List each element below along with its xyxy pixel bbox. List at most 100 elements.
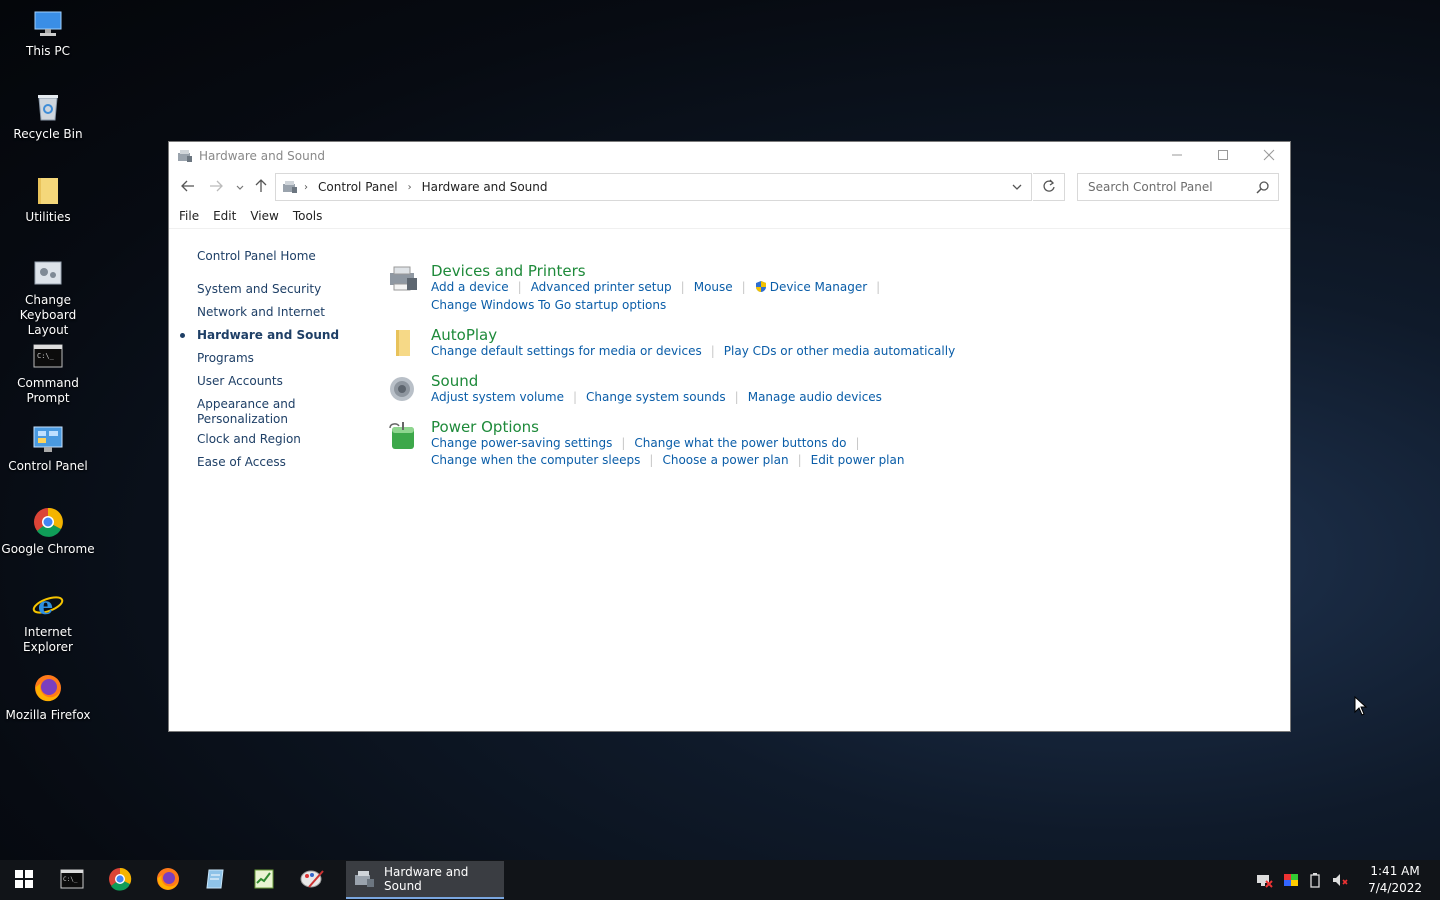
- breadcrumb-control-panel[interactable]: Control Panel: [318, 180, 398, 194]
- link-row: Change Windows To Go startup options: [431, 298, 666, 312]
- link-separator: |: [734, 390, 739, 404]
- nav-ease-of-access[interactable]: Ease of Access: [197, 455, 286, 470]
- desktop-icon-label: Internet Explorer: [23, 625, 73, 654]
- menu-view[interactable]: View: [250, 209, 278, 223]
- category-title-autoplay[interactable]: AutoPlay: [431, 326, 497, 344]
- link-separator: |: [649, 453, 654, 467]
- taskbar-notepad[interactable]: [192, 860, 240, 900]
- link-separator: |: [797, 453, 802, 467]
- link-mouse[interactable]: Mouse: [694, 280, 733, 294]
- clock[interactable]: 1:41 AM 7/4/2022: [1368, 863, 1422, 897]
- control-panel-icon: [31, 423, 65, 455]
- address-bar[interactable]: › Control Panel › Hardware and Sound: [275, 173, 1032, 201]
- link-play-cds-automatically[interactable]: Play CDs or other media automatically: [724, 344, 955, 358]
- desktop-icon-mozilla-firefox[interactable]: Mozilla Firefox: [0, 672, 96, 723]
- firefox-icon: [156, 867, 180, 894]
- link-edit-power-plan[interactable]: Edit power plan: [811, 453, 905, 467]
- taskbar-firefox[interactable]: [144, 860, 192, 900]
- control-panel-window: Hardware and Sound › Control Panel › Har…: [168, 141, 1291, 732]
- power-options-icon: [387, 420, 419, 452]
- taskbar-task-manager[interactable]: [240, 860, 288, 900]
- back-button[interactable]: [179, 179, 197, 197]
- nav-hardware-and-sound[interactable]: Hardware and Sound: [197, 328, 339, 343]
- desktop-icon-internet-explorer[interactable]: e Internet Explorer: [0, 589, 96, 655]
- desktop-icon-command-prompt[interactable]: C:\_ Command Prompt: [0, 340, 96, 406]
- desktop-icon-utilities[interactable]: Utilities: [0, 174, 96, 225]
- nav-control-panel-home[interactable]: Control Panel Home: [197, 249, 316, 264]
- link-change-what-the-power-buttons-do[interactable]: Change what the power buttons do: [634, 436, 846, 450]
- svg-text:C:\_: C:\_: [63, 876, 78, 883]
- up-button[interactable]: [252, 179, 270, 197]
- nav-user-accounts[interactable]: User Accounts: [197, 374, 283, 389]
- close-button[interactable]: [1246, 142, 1292, 170]
- desktop-icon-google-chrome[interactable]: Google Chrome: [0, 506, 96, 557]
- category-title-sound[interactable]: Sound: [431, 372, 478, 390]
- address-row: › Control Panel › Hardware and Sound: [169, 170, 1290, 204]
- search-icon[interactable]: [1256, 180, 1269, 194]
- link-row: Add a device | Advanced printer setup | Mous…: [431, 280, 889, 296]
- control-panel-location-icon: [282, 180, 298, 194]
- recent-locations-button[interactable]: [231, 179, 249, 197]
- search-input[interactable]: [1086, 179, 1250, 195]
- nav-clock-and-region[interactable]: Clock and Region: [197, 432, 301, 447]
- color-display-icon[interactable]: [1283, 873, 1299, 887]
- menu-edit[interactable]: Edit: [213, 209, 236, 223]
- nav-programs[interactable]: Programs: [197, 351, 254, 366]
- link-change-power-saving-settings[interactable]: Change power-saving settings: [431, 436, 612, 450]
- taskbar-active-window[interactable]: Hardware and Sound: [346, 861, 504, 899]
- link-add-a-device[interactable]: Add a device: [431, 280, 509, 294]
- breadcrumb-hardware-and-sound[interactable]: Hardware and Sound: [422, 180, 548, 194]
- battery-icon[interactable]: [1309, 872, 1321, 888]
- svg-text:C:\_: C:\_: [37, 352, 55, 360]
- link-device-manager[interactable]: Device Manager: [770, 280, 867, 294]
- desktop-icon-recycle-bin[interactable]: Recycle Bin: [0, 91, 96, 142]
- taskbar-command-prompt[interactable]: C:\_: [48, 860, 96, 900]
- nav-network-and-internet[interactable]: Network and Internet: [197, 305, 325, 320]
- chrome-icon: [31, 506, 65, 538]
- link-choose-a-power-plan[interactable]: Choose a power plan: [662, 453, 788, 467]
- category-title-devices-and-printers[interactable]: Devices and Printers: [431, 262, 586, 280]
- windows-logo-icon: [14, 869, 34, 892]
- volume-muted-icon[interactable]: [1331, 872, 1349, 888]
- category-title-power-options[interactable]: Power Options: [431, 418, 539, 436]
- refresh-button[interactable]: [1033, 173, 1065, 201]
- link-row: Change power-saving settings | Change what…: [431, 436, 869, 450]
- minimize-icon: [1171, 149, 1183, 164]
- nav-appearance-and-personalization[interactable]: Appearance and Personalization: [197, 397, 297, 427]
- search-box[interactable]: [1077, 173, 1279, 201]
- link-adjust-system-volume[interactable]: Adjust system volume: [431, 390, 564, 404]
- link-separator: |: [572, 390, 578, 404]
- link-separator: |: [741, 280, 746, 294]
- taskbar-google-chrome[interactable]: [96, 860, 144, 900]
- network-disconnected-icon[interactable]: [1255, 872, 1273, 888]
- svg-text:e: e: [38, 591, 53, 620]
- link-change-system-sounds[interactable]: Change system sounds: [586, 390, 726, 404]
- chevron-down-icon: [235, 180, 245, 196]
- nav-system-and-security[interactable]: System and Security: [197, 282, 321, 297]
- link-advanced-printer-setup[interactable]: Advanced printer setup: [531, 280, 672, 294]
- speaker-icon: [387, 374, 419, 406]
- link-separator: |: [517, 280, 522, 294]
- minimize-button[interactable]: [1154, 142, 1200, 170]
- link-manage-audio-devices[interactable]: Manage audio devices: [748, 390, 882, 404]
- autoplay-icon: [387, 328, 419, 360]
- forward-button[interactable]: [207, 179, 225, 197]
- link-change-windows-to-go-startup-options[interactable]: Change Windows To Go startup options: [431, 298, 666, 312]
- desktop-icon-change-keyboard-layout[interactable]: Change Keyboard Layout: [0, 257, 96, 338]
- address-dropdown-icon[interactable]: [1011, 183, 1023, 191]
- desktop-icon-control-panel[interactable]: Control Panel: [0, 423, 96, 474]
- taskbar: C:\_ Hardware and Sound 1:41 AM 7/4/2022: [0, 860, 1440, 900]
- folder-icon: [31, 174, 65, 206]
- link-change-when-the-computer-sleeps[interactable]: Change when the computer sleeps: [431, 453, 640, 467]
- menu-tools[interactable]: Tools: [293, 209, 323, 223]
- link-change-default-settings-for-media[interactable]: Change default settings for media or dev…: [431, 344, 702, 358]
- paint-icon: [299, 867, 325, 894]
- maximize-button[interactable]: [1200, 142, 1246, 170]
- clock-time: 1:41 AM: [1370, 864, 1420, 878]
- taskbar-paint[interactable]: [288, 860, 336, 900]
- desktop-icon-this-pc[interactable]: This PC: [0, 8, 96, 59]
- start-button[interactable]: [0, 860, 48, 900]
- title-bar[interactable]: Hardware and Sound: [169, 142, 1290, 170]
- arrow-left-icon: [181, 180, 195, 196]
- menu-file[interactable]: File: [179, 209, 199, 223]
